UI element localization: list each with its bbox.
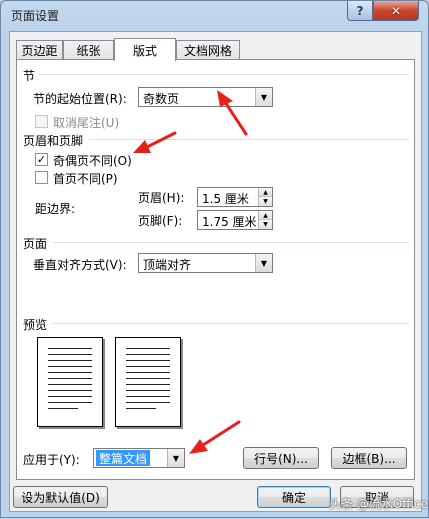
- odd-even-label: 奇偶页不同(O): [53, 154, 132, 168]
- vertical-alignment-select[interactable]: 顶端对齐 ▼: [138, 253, 273, 273]
- spin-arrows-icon[interactable]: ▲ ▼: [258, 211, 272, 229]
- watermark: 头条 @流水Office: [329, 497, 428, 511]
- line-numbers-button[interactable]: 行号(N)...: [243, 447, 319, 469]
- from-edge-label: 距边界:: [35, 202, 76, 216]
- tab-paper[interactable]: 纸张: [63, 40, 114, 60]
- preview-divider: [53, 323, 409, 324]
- borders-button[interactable]: 边框(B)...: [331, 447, 407, 469]
- suppress-endnotes-label: 取消尾注(U): [53, 116, 120, 130]
- page-divider: [53, 242, 409, 243]
- vertical-alignment-label: 垂直对齐方式(V):: [33, 258, 127, 272]
- odd-even-checkbox[interactable]: ✓: [35, 153, 48, 166]
- chevron-down-icon: ▼: [255, 88, 272, 106]
- first-page-label: 首页不同(P): [53, 172, 118, 186]
- first-page-checkbox[interactable]: [35, 171, 48, 184]
- headers-footers-divider: [89, 139, 409, 140]
- preview-page-right: [115, 337, 181, 427]
- vertical-alignment-value: 顶端对齐: [143, 258, 192, 272]
- suppress-endnotes-checkbox[interactable]: [35, 115, 48, 128]
- title-bar: 页面设置 ? ✕: [1, 1, 428, 31]
- checkmark-icon: ✓: [36, 153, 47, 166]
- ok-button[interactable]: 确定: [257, 486, 331, 508]
- section-start-value: 奇数页: [143, 92, 180, 106]
- section-start-select[interactable]: 奇数页 ▼: [138, 87, 273, 107]
- footer-distance-value: 1.75 厘米: [202, 215, 257, 229]
- spin-arrows-icon[interactable]: ▲ ▼: [258, 188, 272, 206]
- page-setup-dialog: 页面设置 ? ✕ 页边距 纸张 版式 文档网格 节 节的起始位置(R): 奇数页…: [0, 0, 429, 518]
- help-button[interactable]: ?: [347, 1, 373, 21]
- dialog-body: 页边距 纸张 版式 文档网格 节 节的起始位置(R): 奇数页 ▼ 取消尾注(U…: [9, 31, 422, 512]
- tab-document-grid[interactable]: 文档网格: [176, 40, 240, 60]
- apply-to-label: 应用于(Y):: [23, 453, 80, 467]
- footer-distance-label: 页脚(F):: [138, 214, 183, 228]
- tab-layout[interactable]: 版式: [114, 38, 176, 61]
- section-start-label: 节的起始位置(R):: [33, 92, 127, 106]
- preview-page-left: [37, 337, 103, 427]
- preview-heading: 预览: [23, 318, 48, 332]
- header-distance-spinner[interactable]: 1.5 厘米 ▲ ▼: [197, 187, 273, 207]
- close-button[interactable]: ✕: [373, 1, 419, 21]
- header-distance-value: 1.5 厘米: [202, 192, 249, 206]
- headers-footers-heading: 页眉和页脚: [23, 134, 84, 148]
- layout-panel: 节 节的起始位置(R): 奇数页 ▼ 取消尾注(U) 页眉和页脚 ✓ 奇偶页不同…: [16, 59, 415, 480]
- close-icon: ✕: [390, 3, 402, 18]
- tab-margins[interactable]: 页边距: [16, 40, 63, 60]
- set-as-default-button[interactable]: 设为默认值(D): [13, 486, 108, 508]
- page-heading: 页面: [23, 237, 48, 251]
- chevron-down-icon: ▼: [167, 449, 184, 467]
- help-icon: ?: [356, 3, 364, 18]
- apply-to-value: 整篇文档: [96, 450, 151, 466]
- section-heading: 节: [23, 69, 36, 83]
- apply-to-select[interactable]: 整篇文档 ▼: [93, 448, 185, 468]
- footer-distance-spinner[interactable]: 1.75 厘米 ▲ ▼: [197, 210, 273, 230]
- header-distance-label: 页眉(H):: [138, 191, 185, 205]
- chevron-down-icon: ▼: [255, 254, 272, 272]
- dialog-title: 页面设置: [11, 9, 60, 23]
- section-divider: [39, 74, 409, 75]
